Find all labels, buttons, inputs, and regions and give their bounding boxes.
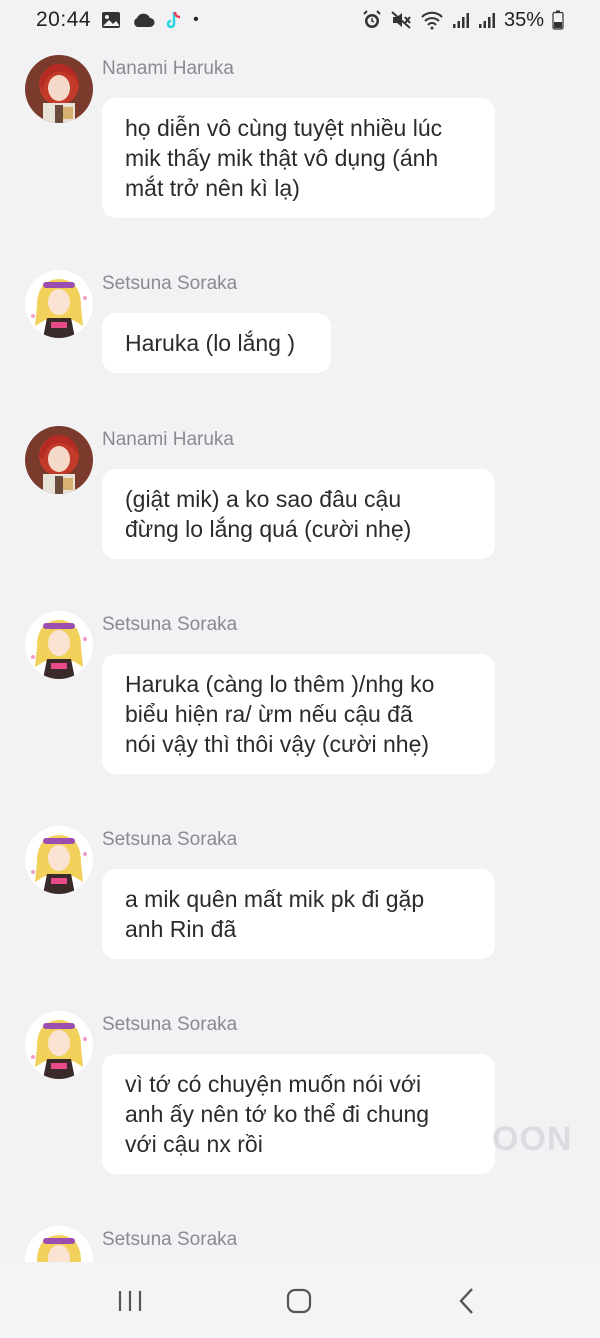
watermark: OON	[492, 1120, 573, 1158]
avatar-blonde-hair-image	[25, 270, 93, 338]
back-icon[interactable]	[447, 1286, 487, 1316]
message-bubble[interactable]: họ diễn vô cùng tuyệt nhiều lúc mik thấy…	[102, 98, 495, 218]
tiktok-icon	[165, 10, 183, 30]
avatar[interactable]	[25, 1226, 93, 1262]
avatar-blonde-hair-image	[25, 826, 93, 894]
sender-name: Setsuna Soraka	[102, 829, 238, 850]
avatar[interactable]	[25, 1011, 93, 1079]
chat-list[interactable]: Nanami Haruka họ diễn vô cùng tuyệt nhiề…	[0, 40, 600, 1262]
avatar-blonde-hair-image	[25, 1226, 93, 1262]
message-bubble[interactable]: vì tớ có chuyện muốn nói với anh ấy nên …	[102, 1054, 495, 1174]
navigation-bar	[0, 1262, 600, 1338]
avatar-red-hair-image	[25, 55, 93, 123]
sender-name: Setsuna Soraka	[102, 614, 238, 635]
avatar[interactable]	[25, 270, 93, 338]
sender-name: Nanami Haruka	[102, 429, 234, 450]
sender-name: Setsuna Soraka	[102, 1014, 238, 1035]
gallery-icon	[101, 11, 121, 29]
sender-name: Setsuna Soraka	[102, 1229, 238, 1250]
wifi-icon	[420, 10, 444, 30]
alarm-icon	[362, 10, 382, 30]
avatar-red-hair-image	[25, 426, 93, 494]
message-bubble[interactable]: a mik quên mất mik pk đi gặp anh Rin đã	[102, 869, 495, 959]
battery-icon	[552, 10, 564, 30]
recent-apps-icon[interactable]	[110, 1286, 150, 1316]
mute-icon	[390, 10, 412, 30]
avatar-blonde-hair-image	[25, 1011, 93, 1079]
sender-name: Setsuna Soraka	[102, 273, 238, 294]
avatar[interactable]	[25, 426, 93, 494]
sender-name: Nanami Haruka	[102, 58, 234, 79]
signal-icon-2	[478, 11, 496, 29]
status-bar: 20:44 • 35%	[0, 0, 600, 40]
message-bubble[interactable]: Haruka (càng lo thêm )/nhg ko biểu hiện …	[102, 654, 495, 774]
avatar-blonde-hair-image	[25, 611, 93, 679]
cloud-icon	[131, 12, 155, 28]
avatar[interactable]	[25, 826, 93, 894]
battery-percent: 35%	[503, 8, 544, 31]
message-bubble[interactable]: (giật mik) a ko sao đâu cậu đừng lo lắng…	[102, 469, 495, 559]
signal-icon	[452, 11, 470, 29]
status-dot: •	[193, 11, 199, 28]
avatar[interactable]	[25, 55, 93, 123]
avatar[interactable]	[25, 611, 93, 679]
status-time: 20:44	[36, 8, 92, 31]
message-bubble[interactable]: Haruka (lo lắng )	[102, 313, 331, 373]
home-icon[interactable]	[279, 1286, 319, 1316]
